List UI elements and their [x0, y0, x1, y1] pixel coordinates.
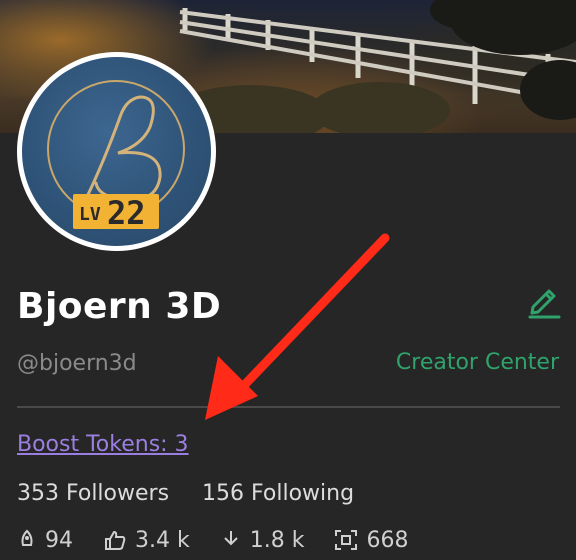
rocket-icon — [21, 529, 33, 546]
profile-handle: @bjoern3d — [17, 351, 137, 376]
stat-uploads: 94 — [17, 528, 73, 553]
download-icon — [224, 531, 238, 546]
profile-name: Bjoern 3D — [17, 286, 222, 327]
stat-downloads-value: 1.8 k — [249, 527, 305, 553]
stat-uploads-value: 94 — [45, 527, 73, 553]
edit-profile-button[interactable] — [524, 280, 564, 320]
stat-models: 668 — [334, 528, 408, 553]
level-prefix: LV — [79, 204, 101, 225]
profile-stats: 94 3.4 k 1.8 k 668 — [17, 520, 438, 560]
followers-link[interactable]: 353 Followers — [17, 481, 169, 506]
level-badge: LV 22 — [73, 194, 159, 232]
follow-counts: 353 Followers 156 Following — [17, 481, 380, 506]
stat-likes: 3.4 k — [103, 528, 190, 553]
creator-center-link[interactable]: Creator Center — [396, 350, 559, 375]
stat-downloads: 1.8 k — [220, 527, 305, 553]
following-link[interactable]: 156 Following — [202, 481, 354, 506]
thumbs-up-icon — [105, 530, 126, 550]
scan-icon — [335, 530, 358, 550]
boost-tokens-link[interactable]: Boost Tokens: 3 — [17, 432, 189, 457]
pencil-icon — [528, 289, 561, 319]
divider — [17, 406, 560, 408]
stat-likes-value: 3.4 k — [135, 527, 190, 553]
level-number: 22 — [107, 194, 146, 229]
stat-models-value: 668 — [366, 527, 409, 553]
